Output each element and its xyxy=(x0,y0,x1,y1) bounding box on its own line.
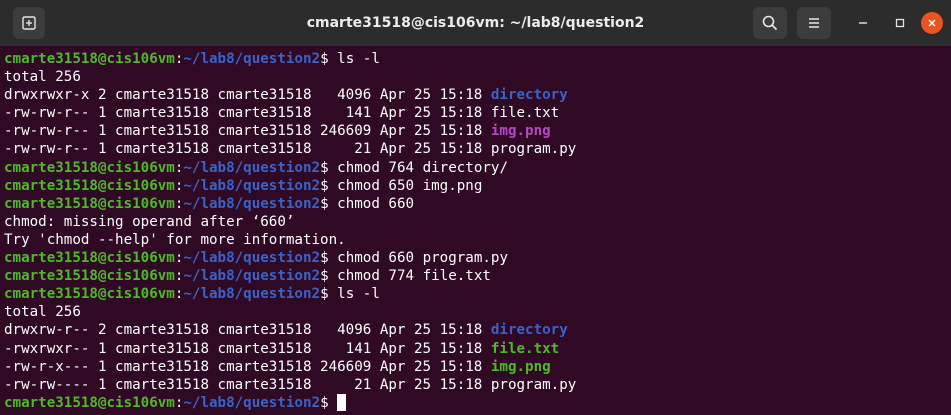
ls-entry: drwxrwxr-x 2 cmarte31518 cmarte31518 409… xyxy=(4,86,951,104)
prompt-user-host: cmarte31518@cis106vm xyxy=(4,159,175,176)
prompt-path: ~/lab8/question2 xyxy=(183,159,321,176)
output-text: total 256 xyxy=(4,304,81,321)
hamburger-menu-icon xyxy=(809,18,819,28)
command-text: chmod 660 xyxy=(328,195,415,212)
output-line: total 256 xyxy=(4,303,951,321)
prompt-path: ~/lab8/question2 xyxy=(183,51,321,67)
terminal-window: cmarte31518@cis106vm: ~/lab8/question2 c… xyxy=(0,0,951,415)
command-text: chmod 764 directory/ xyxy=(328,159,508,176)
ls-entry: -rwxrwxr-- 1 cmarte31518 cmarte31518 141… xyxy=(4,340,951,358)
prompt-line: cmarte31518@cis106vm:~/lab8/question2$ c… xyxy=(4,249,951,267)
ls-entry-filename: img.png xyxy=(490,358,551,375)
output-line: total 256 xyxy=(4,68,951,86)
ls-entry: -rw-rw-r-- 1 cmarte31518 cmarte31518 246… xyxy=(4,122,951,140)
new-tab-button[interactable] xyxy=(13,7,45,39)
ls-entry-filename: program.py xyxy=(490,376,577,393)
ls-entry-meta: -rw-rw-r-- 1 cmarte31518 cmarte31518 246… xyxy=(4,123,491,140)
terminal-cursor[interactable] xyxy=(337,393,347,411)
prompt-user-host: cmarte31518@cis106vm xyxy=(4,51,175,67)
command-text: chmod 774 file.txt xyxy=(328,268,491,285)
command-text: chmod 660 program.py xyxy=(328,250,508,267)
prompt-user-host: cmarte31518@cis106vm xyxy=(4,250,175,267)
prompt-user-host: cmarte31518@cis106vm xyxy=(4,177,175,194)
menu-button[interactable] xyxy=(797,7,831,39)
prompt-dollar: $ xyxy=(320,250,329,267)
ls-entry-meta: drwxrw-r-- 2 cmarte31518 cmarte31518 409… xyxy=(4,322,491,339)
output-text: total 256 xyxy=(4,69,81,86)
ls-entry-filename: img.png xyxy=(490,123,551,140)
ls-entry: drwxrw-r-- 2 cmarte31518 cmarte31518 409… xyxy=(4,321,951,339)
maximize-icon xyxy=(895,18,905,28)
prompt-line: cmarte31518@cis106vm:~/lab8/question2$ l… xyxy=(4,50,951,68)
title-bar[interactable]: cmarte31518@cis106vm: ~/lab8/question2 xyxy=(0,0,951,46)
prompt-path: ~/lab8/question2 xyxy=(183,195,321,212)
prompt-line: cmarte31518@cis106vm:~/lab8/question2$ c… xyxy=(4,177,951,195)
output-text: Try 'chmod --help' for more information. xyxy=(4,231,346,248)
command-text: chmod 650 img.png xyxy=(328,177,483,194)
ls-entry: -rw-rw---- 1 cmarte31518 cmarte31518 21 … xyxy=(4,376,951,394)
ls-entry-meta: -rw-rw-r-- 1 cmarte31518 cmarte31518 21 … xyxy=(4,141,491,158)
ls-entry-meta: -rw-rw---- 1 cmarte31518 cmarte31518 21 … xyxy=(4,376,491,393)
close-button-circle[interactable] xyxy=(921,12,943,34)
ls-entry-filename: file.txt xyxy=(490,340,560,357)
prompt-path: ~/lab8/question2 xyxy=(183,286,321,303)
close-button[interactable] xyxy=(916,7,948,39)
command-text: ls -l xyxy=(328,51,380,67)
prompt-line: cmarte31518@cis106vm:~/lab8/question2$ xyxy=(4,393,951,412)
output-line: Try 'chmod --help' for more information. xyxy=(4,231,951,249)
ls-entry: -rw-rw-r-- 1 cmarte31518 cmarte31518 21 … xyxy=(4,140,951,158)
ls-entry-meta: -rw-rw-r-- 1 cmarte31518 cmarte31518 141… xyxy=(4,105,491,122)
ls-entry-filename: directory xyxy=(490,322,568,339)
prompt-line: cmarte31518@cis106vm:~/lab8/question2$ c… xyxy=(4,195,951,213)
prompt-path: ~/lab8/question2 xyxy=(183,250,321,267)
prompt-path: ~/lab8/question2 xyxy=(183,394,321,411)
search-button[interactable] xyxy=(753,7,787,39)
prompt-user-host: cmarte31518@cis106vm xyxy=(4,195,175,212)
prompt-user-host: cmarte31518@cis106vm xyxy=(4,286,175,303)
prompt-user-host: cmarte31518@cis106vm xyxy=(4,394,175,411)
maximize-button[interactable] xyxy=(884,7,916,39)
prompt-line: cmarte31518@cis106vm:~/lab8/question2$ l… xyxy=(4,285,951,303)
ls-entry: -rw-rw-r-- 1 cmarte31518 cmarte31518 141… xyxy=(4,104,951,122)
command-text xyxy=(329,395,338,411)
minimize-button[interactable] xyxy=(847,7,879,39)
ls-entry-meta: -rw-r-x--- 1 cmarte31518 cmarte31518 246… xyxy=(4,358,491,375)
close-icon xyxy=(928,19,936,27)
ls-entry-filename: file.txt xyxy=(490,105,560,122)
prompt-line: cmarte31518@cis106vm:~/lab8/question2$ c… xyxy=(4,159,951,177)
prompt-dollar: $ xyxy=(320,51,329,67)
ls-entry-meta: drwxrwxr-x 2 cmarte31518 cmarte31518 409… xyxy=(4,87,491,104)
prompt-path: ~/lab8/question2 xyxy=(183,268,321,285)
search-icon xyxy=(762,15,778,31)
output-line: chmod: missing operand after ‘660’ xyxy=(4,213,951,231)
prompt-dollar: $ xyxy=(320,177,329,194)
new-tab-icon xyxy=(22,16,36,30)
terminal-output[interactable]: cmarte31518@cis106vm:~/lab8/question2$ l… xyxy=(0,46,951,415)
ls-entry: -rw-r-x--- 1 cmarte31518 cmarte31518 246… xyxy=(4,358,951,376)
prompt-path: ~/lab8/question2 xyxy=(183,177,321,194)
prompt-dollar: $ xyxy=(320,286,329,303)
ls-entry-filename: directory xyxy=(490,87,568,104)
prompt-dollar: $ xyxy=(320,195,329,212)
ls-entry-meta: -rwxrwxr-- 1 cmarte31518 cmarte31518 141… xyxy=(4,340,491,357)
prompt-dollar: $ xyxy=(320,394,329,411)
minimize-icon xyxy=(859,22,867,24)
prompt-user-host: cmarte31518@cis106vm xyxy=(4,268,175,285)
prompt-line: cmarte31518@cis106vm:~/lab8/question2$ c… xyxy=(4,267,951,285)
prompt-dollar: $ xyxy=(320,159,329,176)
prompt-dollar: $ xyxy=(320,268,329,285)
ls-entry-filename: program.py xyxy=(490,141,577,158)
command-text: ls -l xyxy=(328,286,380,303)
output-text: chmod: missing operand after ‘660’ xyxy=(4,213,295,230)
